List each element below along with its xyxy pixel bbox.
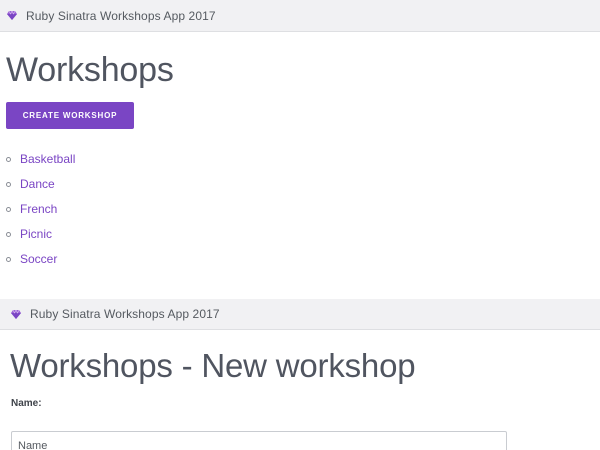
page-title: Workshops - New workshop	[10, 347, 416, 384]
bullet-icon	[6, 231, 11, 237]
bullet-icon	[6, 256, 11, 262]
ruby-gem-icon	[6, 10, 18, 22]
list-item: French	[6, 196, 75, 221]
list-item: Basketball	[6, 146, 75, 171]
workshop-link[interactable]: Picnic	[20, 227, 52, 241]
app-brand[interactable]: Ruby Sinatra Workshops App 2017	[26, 9, 216, 23]
bullet-icon	[6, 181, 11, 187]
name-input[interactable]	[11, 431, 507, 450]
name-label: Name:	[11, 398, 42, 409]
app-header: Ruby Sinatra Workshops App 2017	[0, 0, 600, 32]
workshop-link[interactable]: Soccer	[20, 252, 57, 266]
workshop-link[interactable]: Basketball	[20, 152, 75, 166]
workshop-link[interactable]: French	[20, 202, 57, 216]
ruby-gem-icon	[10, 308, 22, 320]
workshop-link[interactable]: Dance	[20, 177, 55, 191]
page-title: Workshops	[6, 51, 174, 89]
list-item: Picnic	[6, 221, 75, 246]
bullet-icon	[6, 206, 11, 212]
list-item: Dance	[6, 171, 75, 196]
create-workshop-button[interactable]: CREATE WORKSHOP	[6, 102, 134, 129]
list-item: Soccer	[6, 246, 75, 271]
workshop-list: Basketball Dance French Picnic Soccer	[6, 146, 75, 271]
app-brand[interactable]: Ruby Sinatra Workshops App 2017	[30, 307, 220, 321]
app-header: Ruby Sinatra Workshops App 2017	[0, 299, 600, 330]
bullet-icon	[6, 156, 11, 162]
